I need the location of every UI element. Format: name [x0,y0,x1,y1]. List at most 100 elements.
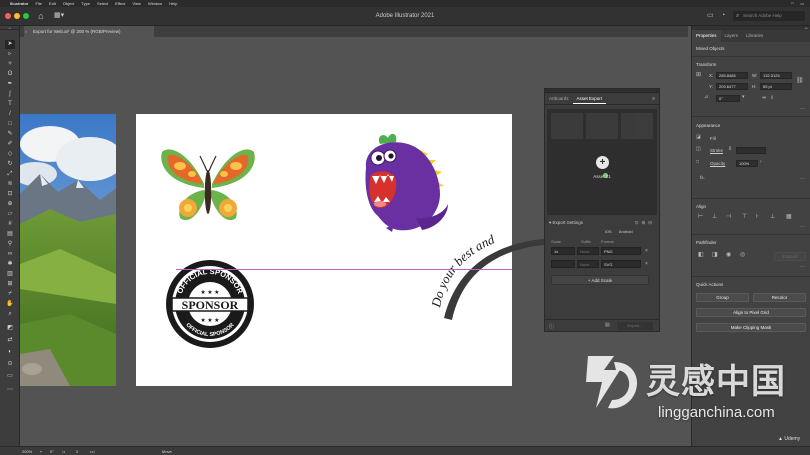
rotate-tool-icon[interactable]: ↻ [5,160,15,169]
pen-tool-icon[interactable]: ✒ [5,80,15,89]
rectangle-tool-icon[interactable]: □ [5,120,15,129]
scale-select[interactable]: 1x [551,247,575,255]
eyedropper-tool-icon[interactable]: ⚲ [5,240,15,249]
type-tool-icon[interactable]: T [5,100,15,109]
scale-select[interactable] [551,260,575,268]
zoom-level-select[interactable]: 200% [22,448,32,455]
y-field[interactable]: 203.6477 [716,83,748,90]
close-window-button[interactable] [5,13,11,19]
sponsor-badge[interactable]: OFFICIAL SPONSOR OFFICIAL SPONSOR ★ ★ ★ … [164,258,256,350]
align-to-pixel-grid-button[interactable]: Align to Pixel Grid [696,308,806,317]
tools-panel-grip[interactable]: ◂◂ [0,26,19,30]
fill-swatch-icon[interactable]: ◪ [696,134,701,141]
panel-menu-icon[interactable]: ≡ [652,93,659,104]
gradient-tool-icon[interactable]: ▤ [5,230,15,239]
android-preset-link[interactable]: Android [619,229,633,234]
reference-point-icon[interactable]: ⊞ [696,72,701,79]
opacity-label[interactable]: Opacity [710,161,725,166]
asset-thumbnail[interactable] [586,113,618,139]
artboard-number-field[interactable]: 2 [76,448,78,455]
flip-horizontal-icon[interactable]: ⇹ [762,95,766,102]
color-mode-icon[interactable]: ◐ [5,348,15,357]
zoom-tool-icon[interactable]: ⌕ [5,310,15,319]
warp-tool-icon[interactable]: ≋ [5,180,15,189]
lasso-tool-icon[interactable]: ʘ [5,70,15,79]
swap-colors-icon[interactable]: ⇄ [5,336,15,345]
menu-object[interactable]: Object [63,1,75,6]
menu-type[interactable]: Type [81,1,90,6]
eraser-tool-icon[interactable]: ◇ [5,150,15,159]
selection-tool-icon[interactable]: ➤ [5,40,15,49]
pathfinder-exclude-icon[interactable]: ◎ [740,252,745,259]
align-horizontal-center-icon[interactable]: ⊥ [712,214,717,221]
ios-preset-link[interactable]: iOS [605,229,612,234]
artboard[interactable]: OFFICIAL SPONSOR OFFICIAL SPONSOR ★ ★ ★ … [136,114,558,386]
tab-artboards[interactable]: Artboards [545,93,573,104]
rotate-view-select[interactable]: 0° [50,448,54,455]
perspective-grid-tool-icon[interactable]: ▱ [5,210,15,219]
free-transform-tool-icon[interactable]: ⊡ [5,190,15,199]
screen-mode-icon[interactable]: ▭ [5,372,15,381]
current-tool-status[interactable]: Move [162,448,172,455]
fill-stroke-swatch-icon[interactable]: ◩ [5,324,15,333]
stroke-stepper-icon[interactable]: ⇕ [728,146,732,153]
pathfinder-unite-icon[interactable]: ◧ [698,252,704,259]
menu-view[interactable]: View [132,1,141,6]
recolor-button[interactable]: Recolor [753,293,806,302]
rotation-field[interactable]: 0° [716,95,740,102]
zoom-window-button[interactable] [23,13,29,19]
export-settings-icon[interactable]: ▤ [605,322,610,328]
edit-toolbar-icon[interactable]: ⋯ [5,386,15,395]
height-field[interactable]: 85 pt [760,83,792,90]
menu-effect[interactable]: Effect [115,1,125,6]
suffix-input[interactable]: None [577,247,599,255]
group-button[interactable]: Group [696,293,749,302]
fx-button[interactable]: fx. [700,175,705,180]
make-clipping-mask-button[interactable]: Make Clipping Mask [696,323,806,332]
opacity-field[interactable]: 100% [736,160,758,167]
artboard-first-icon[interactable]: |◂ [62,448,65,455]
arrange-documents-icon[interactable]: ▭ [707,11,714,21]
opacity-dropdown-icon[interactable]: › [760,159,762,166]
artboard-tool-icon[interactable]: ⊞ [5,280,15,289]
preset-icons[interactable]: ⊡⊞⊟ [635,220,655,226]
constrain-proportions-icon[interactable]: ⛓ [796,78,804,85]
discover-icon[interactable]: ◔ [721,11,725,21]
stroke-weight-field[interactable] [736,147,766,154]
align-to-selection-icon[interactable]: ▦ [786,214,792,221]
align-bottom-icon[interactable]: ⊥ [770,214,775,221]
menu-window[interactable]: Window [148,1,162,6]
workspace-switcher-icon[interactable]: ▦▾ [54,11,70,21]
home-icon[interactable]: ⌂ [36,11,46,21]
zoom-dropdown-icon[interactable]: ▾ [40,448,42,455]
minimize-window-button[interactable] [14,13,20,19]
format-select[interactable]: SVG [601,260,641,268]
column-graph-tool-icon[interactable]: ▥ [5,270,15,279]
tab-libraries[interactable]: Libraries [742,30,767,42]
menu-illustrator[interactable]: Illustrator [10,1,28,6]
menu-edit[interactable]: Edit [49,1,56,6]
align-vertical-center-icon[interactable]: ⊦ [756,214,759,221]
width-field[interactable]: 132.3125 [760,72,792,79]
stroke-label[interactable]: Stroke [710,148,723,153]
rotation-dropdown-icon[interactable]: ▾ [742,94,745,101]
more-options-icon[interactable]: ⋯ [800,264,805,271]
help-search-input[interactable]: ⌕ Search Adobe Help [733,11,805,21]
magic-wand-tool-icon[interactable]: ✧ [5,60,15,69]
line-tool-icon[interactable]: / [5,110,15,119]
format-select[interactable]: PNG [601,247,641,255]
menu-select[interactable]: Select [97,1,108,6]
paintbrush-tool-icon[interactable]: ✎ [5,130,15,139]
hand-tool-icon[interactable]: ✋ [5,300,15,309]
more-options-icon[interactable]: ⋯ [800,224,805,231]
blend-tool-icon[interactable]: ∞ [5,250,15,259]
shaper-tool-icon[interactable]: ✐ [5,140,15,149]
stroke-swatch-icon[interactable]: ◫ [696,146,701,153]
landscape-photo[interactable] [20,114,116,386]
pathfinder-minus-front-icon[interactable]: ◨ [712,252,718,259]
tab-asset-export[interactable]: Asset Export [572,93,607,104]
export-settings-header[interactable]: ▾ Export Settings ⊡⊞⊟ [549,220,657,226]
more-options-icon[interactable]: ⋯ [800,176,805,183]
export-button[interactable]: Export... [617,322,653,330]
wifi-status-icon[interactable]: ◠ [791,1,795,6]
